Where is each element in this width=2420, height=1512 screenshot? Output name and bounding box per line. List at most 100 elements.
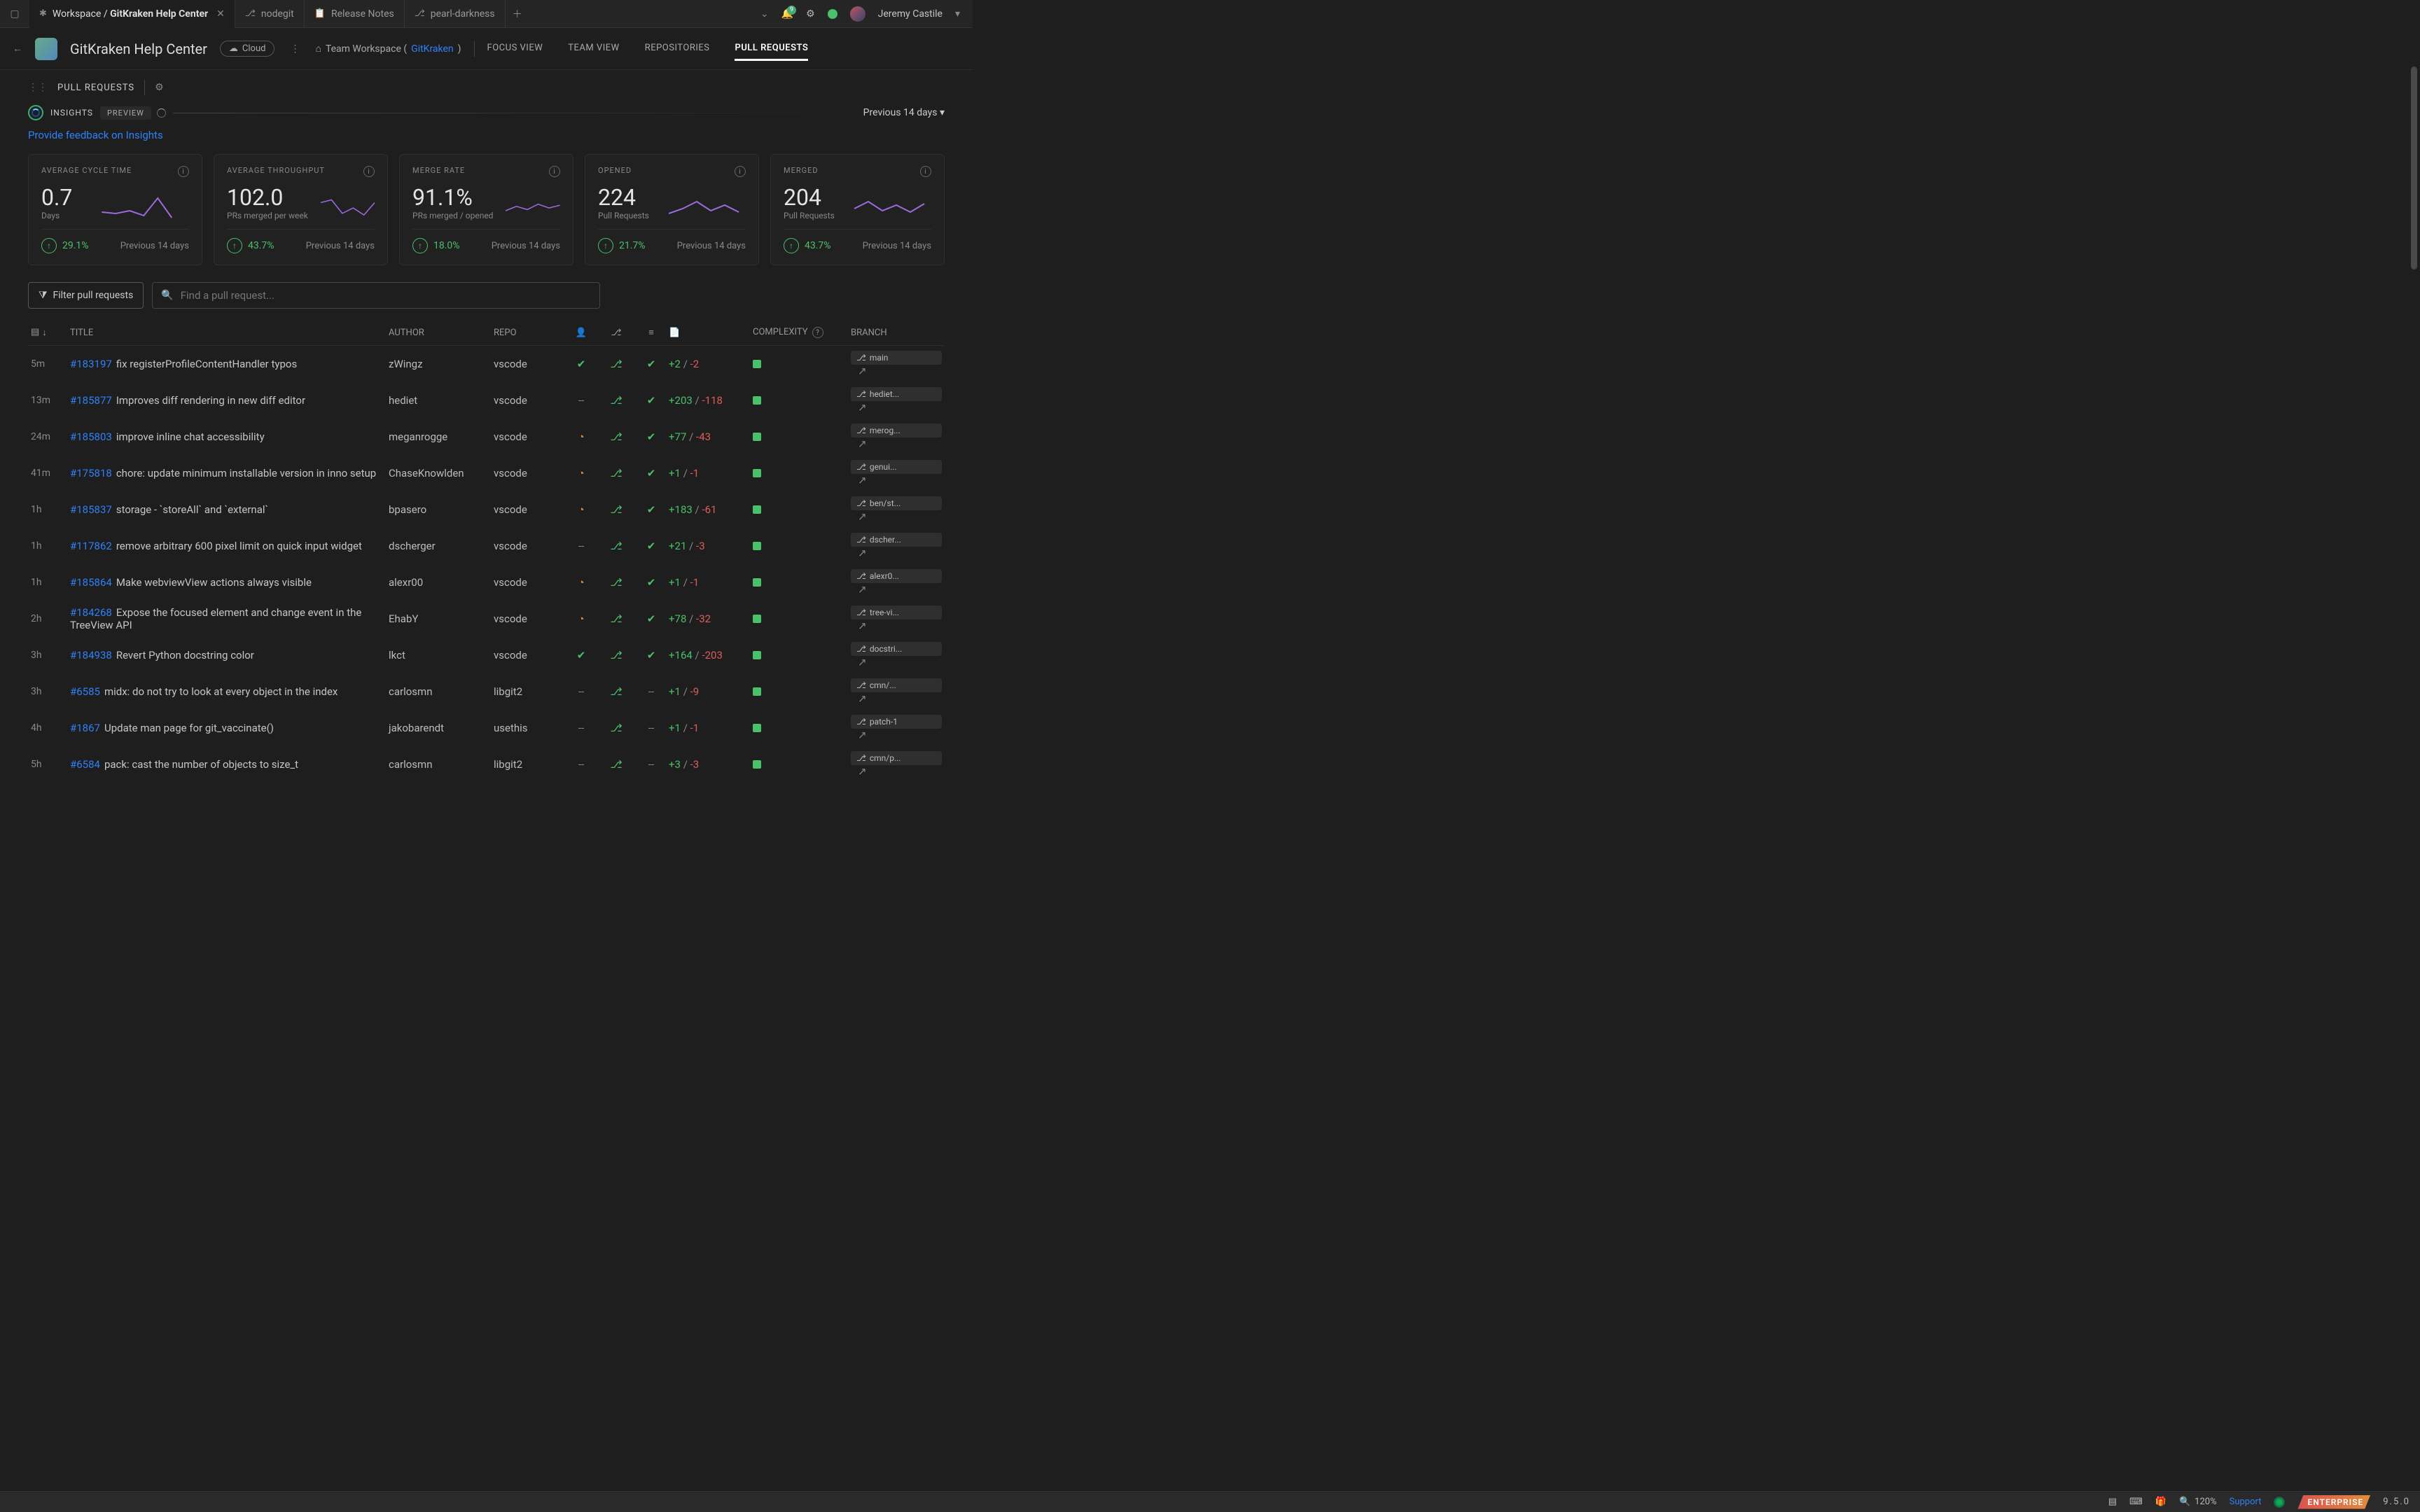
nav-item[interactable]: TEAM VIEW: [568, 37, 619, 61]
branch-pill[interactable]: ⎇merog...: [851, 424, 942, 438]
notifications-icon[interactable]: 🔔9: [781, 8, 793, 20]
branch-pill[interactable]: ⎇tree-vi...: [851, 606, 942, 620]
pr-id-link[interactable]: #184268: [70, 606, 112, 619]
avatar[interactable]: [850, 6, 865, 22]
table-row[interactable]: 1h #117862remove arbitrary 600 pixel lim…: [28, 528, 945, 564]
branch-pill[interactable]: ⎇dscher...: [851, 533, 942, 547]
table-row[interactable]: 13m #185877Improves diff rendering in ne…: [28, 382, 945, 419]
table-row[interactable]: 5h #6584pack: cast the number of objects…: [28, 746, 945, 783]
external-link-icon[interactable]: ↗: [858, 765, 867, 778]
settings-icon[interactable]: ⚙: [806, 8, 815, 20]
table-row[interactable]: 1h #185864Make webviewView actions alway…: [28, 564, 945, 601]
tab[interactable]: 📋Release Notes: [305, 0, 405, 28]
branch-pill[interactable]: ⎇ben/st...: [851, 496, 942, 510]
filter-button[interactable]: ⧩ Filter pull requests: [28, 282, 144, 309]
table-row[interactable]: 41m #175818chore: update minimum install…: [28, 455, 945, 491]
zoom-control[interactable]: 🔍 120%: [2179, 1497, 2217, 1507]
info-icon[interactable]: i: [735, 166, 746, 177]
external-link-icon[interactable]: ↗: [858, 620, 867, 632]
pr-id-link[interactable]: #183197: [70, 358, 112, 370]
support-link[interactable]: Support: [2230, 1497, 2262, 1507]
col-author[interactable]: AUTHOR: [389, 328, 494, 338]
pr-id-link[interactable]: #117862: [70, 540, 112, 552]
trend-up-icon: ↑: [227, 238, 242, 253]
search-box[interactable]: 🔍: [152, 282, 600, 309]
period-dropdown[interactable]: Previous 14 days ▾: [863, 107, 945, 118]
folder-icon[interactable]: ▢: [0, 8, 29, 20]
external-link-icon[interactable]: ↗: [858, 692, 867, 705]
table-row[interactable]: 24m #185803improve inline chat accessibi…: [28, 419, 945, 455]
external-link-icon[interactable]: ↗: [858, 547, 867, 559]
pr-id-link[interactable]: #185837: [70, 503, 112, 516]
team-workspace-link[interactable]: GitKraken: [411, 43, 454, 55]
info-icon[interactable]: i: [549, 166, 560, 177]
table-row[interactable]: 3h #6585midx: do not try to look at ever…: [28, 673, 945, 710]
col-complexity[interactable]: COMPLEXITY?: [753, 327, 851, 338]
keyboard-icon[interactable]: ⌨: [2129, 1497, 2143, 1507]
tab[interactable]: ✱Workspace / GitKraken Help Center✕: [29, 0, 235, 28]
external-link-icon[interactable]: ↗: [858, 365, 867, 377]
info-icon[interactable]: ?: [812, 327, 823, 338]
pr-id-link[interactable]: #1867: [70, 722, 100, 734]
branch-pill[interactable]: ⎇main: [851, 351, 942, 365]
col-title[interactable]: TITLE: [70, 328, 389, 338]
pr-id-link[interactable]: #184938: [70, 649, 112, 662]
chevron-down-icon[interactable]: ⌄: [760, 8, 769, 20]
branch-pill[interactable]: ⎇docstri...: [851, 642, 942, 656]
external-link-icon[interactable]: ↗: [858, 656, 867, 668]
branch-pill[interactable]: ⎇genui...: [851, 460, 942, 474]
external-link-icon[interactable]: ↗: [858, 438, 867, 450]
nav-item[interactable]: FOCUS VIEW: [487, 37, 543, 61]
external-link-icon[interactable]: ↗: [858, 474, 867, 486]
user-name[interactable]: Jeremy Castile: [878, 8, 943, 20]
info-icon[interactable]: i: [363, 166, 375, 177]
pr-id-link[interactable]: #6584: [70, 758, 100, 771]
feedback-link[interactable]: Provide feedback on Insights: [28, 129, 163, 141]
table-row[interactable]: 5m #183197fix registerProfileContentHand…: [28, 346, 945, 382]
branch-pill[interactable]: ⎇patch-1: [851, 715, 942, 729]
nav-item[interactable]: REPOSITORIES: [645, 37, 710, 61]
branch-pill[interactable]: ⎇hediet...: [851, 387, 942, 401]
external-link-icon[interactable]: ↗: [858, 729, 867, 741]
clock-icon: ◔: [578, 430, 584, 443]
more-menu-icon[interactable]: ⋮: [287, 43, 302, 55]
table-row[interactable]: 3h #184938Revert Python docstring color …: [28, 637, 945, 673]
pr-id-link[interactable]: #185803: [70, 430, 112, 443]
section-settings-icon[interactable]: ⚙: [155, 82, 164, 93]
branch-pill[interactable]: ⎇alexr0...: [851, 569, 942, 583]
table-row[interactable]: 2h #184268Expose the focused element and…: [28, 601, 945, 637]
gift-icon[interactable]: 🎁: [2155, 1497, 2167, 1507]
search-input[interactable]: [181, 283, 592, 308]
info-icon[interactable]: i: [178, 166, 189, 177]
cloud-pill[interactable]: ☁Cloud: [220, 41, 275, 57]
external-link-icon[interactable]: ↗: [858, 510, 867, 523]
branch-pill[interactable]: ⎇cmn/...: [851, 678, 942, 692]
sparkline: [321, 191, 375, 220]
pr-id-link[interactable]: #185864: [70, 576, 112, 589]
scrollbar-thumb[interactable]: [2411, 66, 2417, 270]
external-link-icon[interactable]: ↗: [858, 401, 867, 414]
vertical-scrollbar[interactable]: [2411, 66, 2417, 578]
col-branch[interactable]: BRANCH: [851, 328, 942, 338]
preview-badge: PREVIEW: [100, 106, 151, 120]
user-menu-caret-icon[interactable]: ▾: [955, 8, 960, 20]
back-icon[interactable]: ←: [13, 43, 22, 55]
table-row[interactable]: 1h #185837storage - `storeAll` and `exte…: [28, 491, 945, 528]
tab[interactable]: ⎇pearl-darkness: [405, 0, 506, 28]
info-icon[interactable]: i: [920, 166, 931, 177]
sort-time[interactable]: ▤↓: [31, 327, 70, 338]
complexity-indicator: [753, 724, 761, 732]
pr-id-link[interactable]: #185877: [70, 394, 112, 407]
pr-id-link[interactable]: #6585: [70, 685, 100, 698]
table-row[interactable]: 4h #1867Update man page for git_vaccinat…: [28, 710, 945, 746]
branch-pill[interactable]: ⎇cmn/p...: [851, 751, 942, 765]
list-icon[interactable]: ▤: [2108, 1497, 2117, 1507]
nav-item[interactable]: PULL REQUESTS: [735, 37, 808, 61]
pr-id-link[interactable]: #175818: [70, 467, 112, 479]
drag-handle-icon[interactable]: ⋮⋮: [28, 82, 48, 93]
tab[interactable]: ⎇nodegit: [235, 0, 305, 28]
col-repo[interactable]: REPO: [494, 328, 564, 338]
close-icon[interactable]: ✕: [216, 8, 225, 20]
add-tab-button[interactable]: ＋: [506, 7, 529, 21]
external-link-icon[interactable]: ↗: [858, 583, 867, 596]
